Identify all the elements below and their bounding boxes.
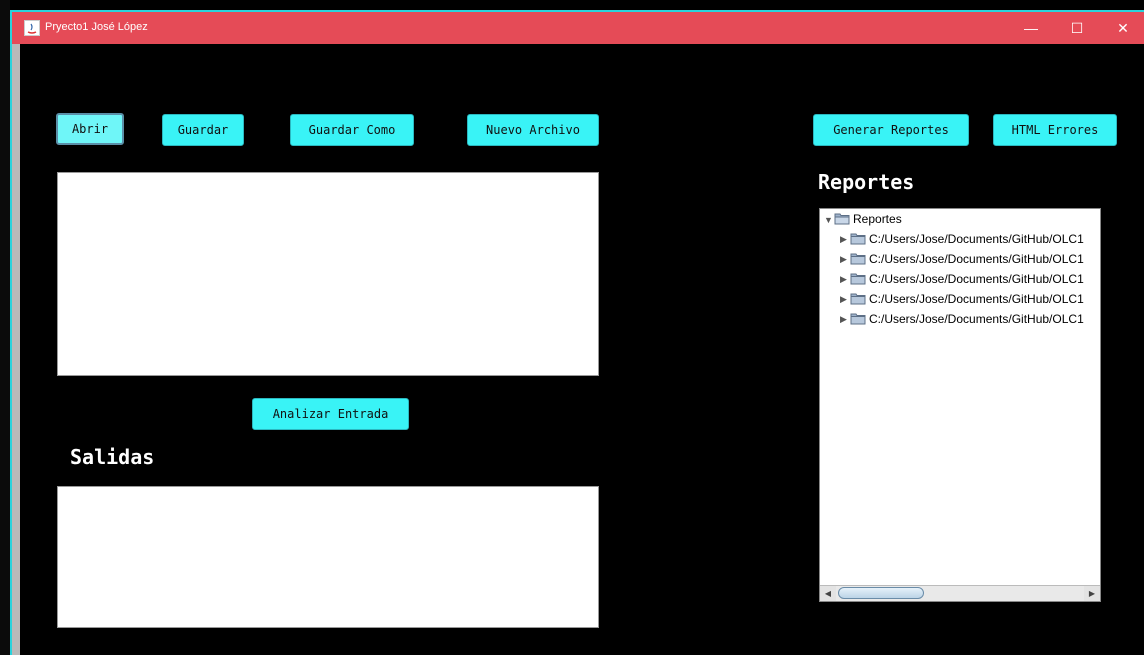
horizontal-scrollbar[interactable]: ◀ ▶: [820, 585, 1100, 601]
scroll-thumb[interactable]: [838, 587, 924, 599]
folder-icon: [850, 312, 866, 325]
java-app-icon: [24, 20, 40, 36]
folder-icon: [850, 232, 866, 245]
tree-item[interactable]: ▶ C:/Users/Jose/Documents/GitHub/OLC1: [840, 312, 1084, 331]
scroll-left-icon[interactable]: ◀: [820, 586, 836, 601]
maximize-icon[interactable]: ☐: [1054, 12, 1100, 44]
tree-item[interactable]: ▶ C:/Users/Jose/Documents/GitHub/OLC1: [840, 272, 1084, 291]
new-file-button[interactable]: Nuevo Archivo: [467, 114, 599, 146]
collapsed-arrow-icon[interactable]: ▶: [840, 254, 848, 265]
output-area[interactable]: [57, 486, 599, 628]
title-bar[interactable]: Pryecto1 José López — ☐ ✕: [12, 12, 1144, 44]
tree-root-label: Reportes: [853, 212, 902, 226]
tree-root[interactable]: ▼ Reportes: [824, 212, 902, 231]
tree-item-label: C:/Users/Jose/Documents/GitHub/OLC1: [869, 252, 1084, 266]
minimize-icon[interactable]: —: [1008, 12, 1054, 44]
desktop-edge: [0, 0, 10, 655]
close-icon[interactable]: ✕: [1100, 12, 1144, 44]
reports-heading: Reportes: [818, 170, 915, 194]
collapsed-arrow-icon[interactable]: ▶: [840, 274, 848, 285]
collapsed-arrow-icon[interactable]: ▶: [840, 294, 848, 305]
open-button[interactable]: Abrir: [56, 113, 124, 145]
save-as-button[interactable]: Guardar Como: [290, 114, 414, 146]
collapsed-arrow-icon[interactable]: ▶: [840, 314, 848, 325]
outputs-heading: Salidas: [70, 445, 155, 469]
tree-item[interactable]: ▶ C:/Users/Jose/Documents/GitHub/OLC1: [840, 232, 1084, 251]
folder-icon: [850, 272, 866, 285]
window-left-edge: [12, 44, 20, 655]
reports-tree[interactable]: ▼ Reportes ▶ C:/Users/Jose/Documents/GitHu…: [819, 208, 1101, 602]
html-errors-button[interactable]: HTML Errores: [993, 114, 1117, 146]
collapsed-arrow-icon[interactable]: ▶: [840, 234, 848, 245]
scroll-right-icon[interactable]: ▶: [1084, 586, 1100, 601]
folder-icon: [850, 292, 866, 305]
folder-open-icon: [834, 212, 850, 225]
window-title: Pryecto1 José López: [45, 21, 148, 33]
analyze-input-button[interactable]: Analizar Entrada: [252, 398, 409, 430]
expanded-arrow-icon[interactable]: ▼: [824, 215, 833, 225]
folder-icon: [850, 252, 866, 265]
tree-item[interactable]: ▶ C:/Users/Jose/Documents/GitHub/OLC1: [840, 252, 1084, 271]
input-editor[interactable]: [57, 172, 599, 376]
tree-item[interactable]: ▶ C:/Users/Jose/Documents/GitHub/OLC1: [840, 292, 1084, 311]
app-window: Pryecto1 José López — ☐ ✕ Abrir Guardar …: [12, 12, 1144, 655]
tree-item-label: C:/Users/Jose/Documents/GitHub/OLC1: [869, 232, 1084, 246]
save-button[interactable]: Guardar: [162, 114, 244, 146]
tree-item-label: C:/Users/Jose/Documents/GitHub/OLC1: [869, 312, 1084, 326]
generate-reports-button[interactable]: Generar Reportes: [813, 114, 969, 146]
tree-item-label: C:/Users/Jose/Documents/GitHub/OLC1: [869, 272, 1084, 286]
tree-item-label: C:/Users/Jose/Documents/GitHub/OLC1: [869, 292, 1084, 306]
